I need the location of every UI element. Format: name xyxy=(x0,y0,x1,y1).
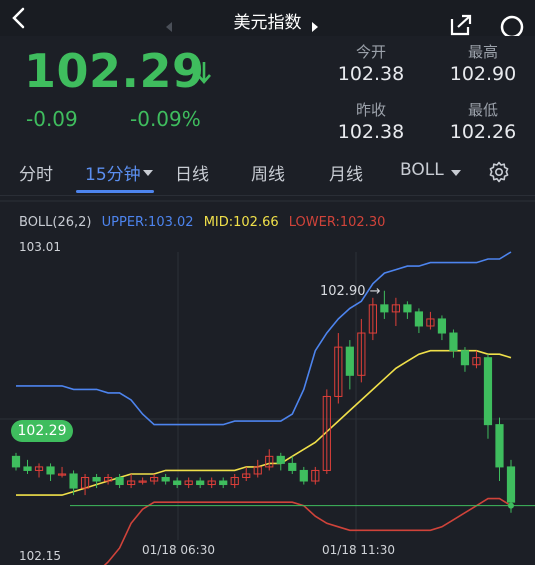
x-axis-label-0630: 01/18 06:30 xyxy=(142,543,215,557)
candle xyxy=(299,469,308,482)
tab-intraday[interactable]: 分时 xyxy=(19,160,53,185)
search-icon[interactable] xyxy=(498,14,526,38)
candle xyxy=(23,466,32,471)
candle xyxy=(196,480,205,486)
boll-lower-line xyxy=(103,497,512,565)
candle xyxy=(449,332,458,352)
candle xyxy=(173,480,182,486)
last-price-tag: 102.29 xyxy=(11,420,73,442)
candle xyxy=(161,476,170,482)
candle xyxy=(92,476,101,482)
candle xyxy=(414,311,424,327)
candle xyxy=(115,476,124,486)
last-price-dot xyxy=(508,502,514,509)
prev-close-label: 昨收 xyxy=(355,101,386,119)
high-marker-label: 102.90 → xyxy=(320,284,381,299)
candle xyxy=(276,455,285,464)
x-axis-label-1130: 01/18 11:30 xyxy=(322,543,395,557)
gear-icon[interactable] xyxy=(488,161,510,183)
candle xyxy=(437,318,447,334)
candle xyxy=(345,346,354,376)
low-label: 最低 xyxy=(467,101,498,119)
price-change-percent: -0.09% xyxy=(130,107,201,131)
high-label: 最高 xyxy=(467,43,498,61)
candle xyxy=(506,466,516,503)
share-icon[interactable] xyxy=(448,13,474,37)
prev-arrow-icon[interactable] xyxy=(164,20,174,34)
candle xyxy=(219,480,228,486)
candle xyxy=(403,304,412,313)
indicator-caret-icon xyxy=(451,170,461,176)
tab-monthly[interactable]: 月线 xyxy=(329,160,363,185)
candle xyxy=(69,473,78,489)
candle xyxy=(380,304,389,313)
candle xyxy=(46,466,55,475)
down-arrow-icon xyxy=(197,62,211,84)
boll-mid-line xyxy=(16,349,512,496)
tab-indicator-boll[interactable]: BOLL xyxy=(400,160,444,180)
open-value: 102.38 xyxy=(337,63,405,85)
price-change: -0.09 xyxy=(26,107,78,131)
y-axis-bottom-label: 102.15 xyxy=(19,549,61,563)
last-price: 102.29 xyxy=(24,44,205,98)
active-tab-indicator xyxy=(76,190,154,193)
open-label: 今开 xyxy=(355,43,386,61)
tab-15min[interactable]: 15分钟 xyxy=(85,160,141,185)
next-arrow-icon[interactable] xyxy=(310,20,320,34)
tab-15min-caret-icon xyxy=(143,170,153,176)
tab-daily[interactable]: 日线 xyxy=(175,160,209,185)
candle xyxy=(495,424,504,468)
y-axis-top-label: 103.01 xyxy=(19,240,61,254)
boll-upper-line xyxy=(16,251,512,426)
tab-weekly[interactable]: 周线 xyxy=(251,160,285,185)
prev-close-value: 102.38 xyxy=(337,121,405,143)
candle xyxy=(288,462,297,471)
candle xyxy=(483,357,493,426)
candle xyxy=(11,455,21,468)
low-value: 102.26 xyxy=(449,121,517,143)
high-value: 102.90 xyxy=(449,63,517,85)
candle xyxy=(460,350,470,366)
candlestick-chart[interactable]: 102.90 → xyxy=(0,200,535,565)
